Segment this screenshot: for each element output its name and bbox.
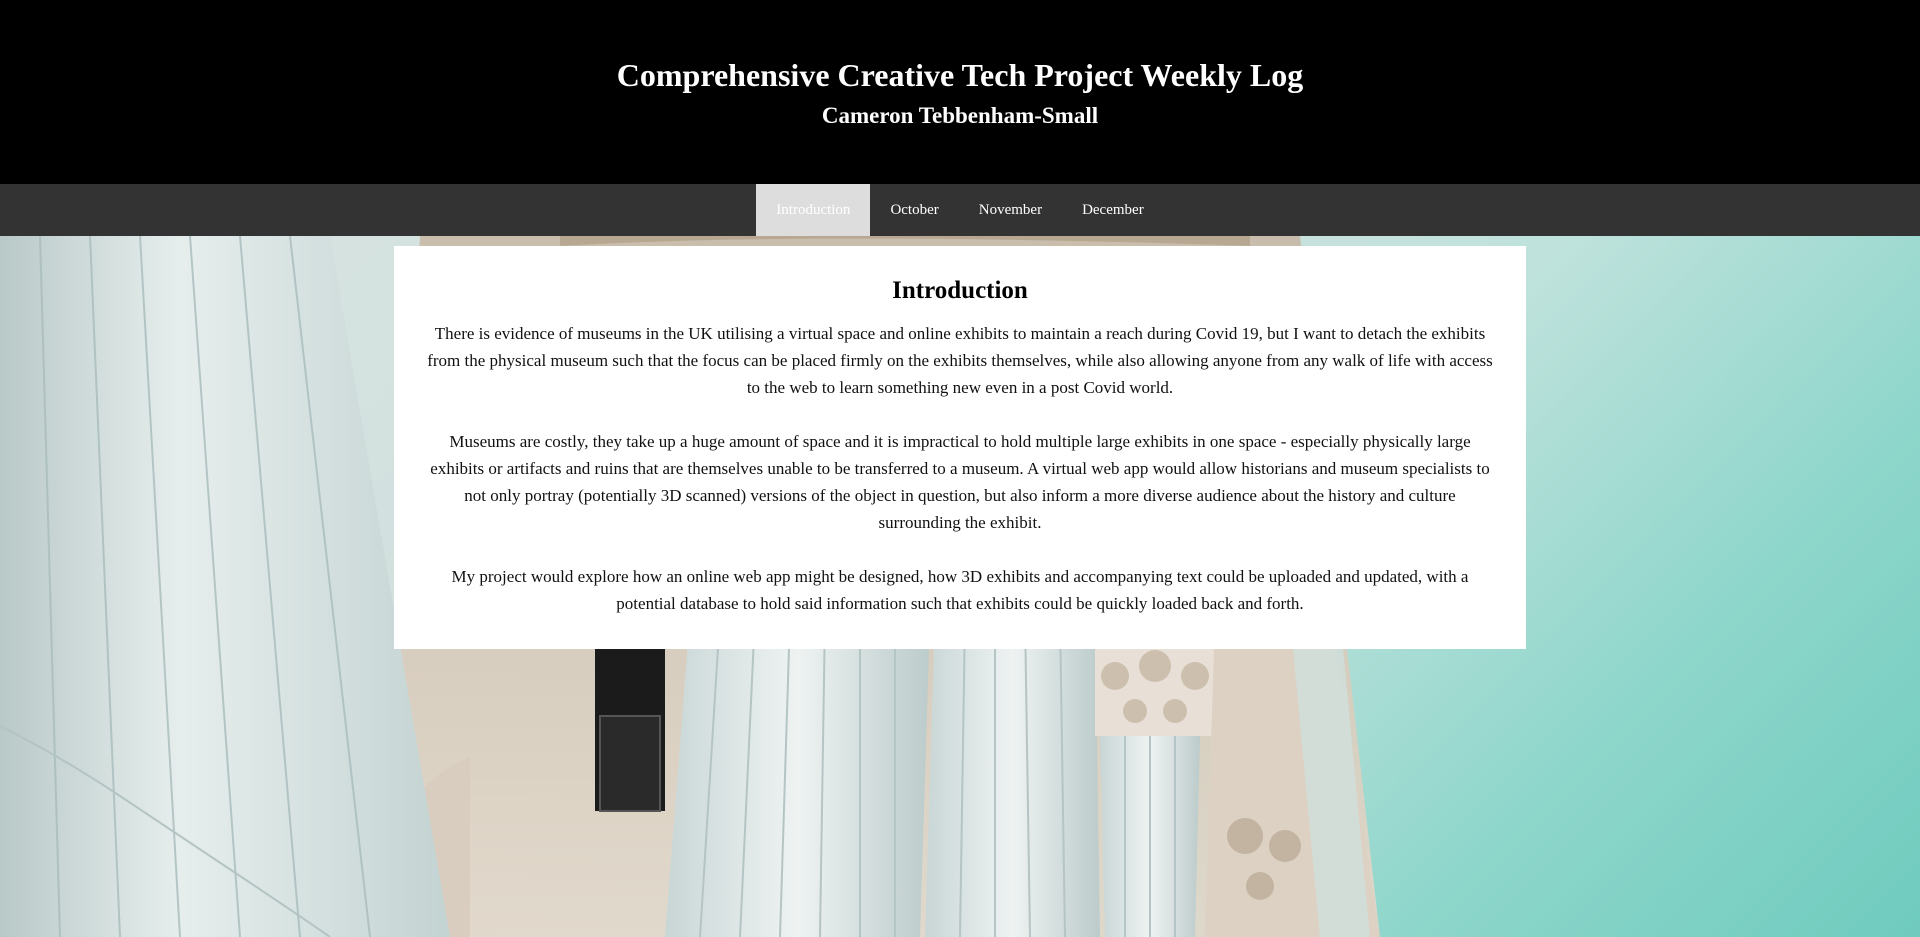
- page-title: Comprehensive Creative Tech Project Week…: [616, 57, 1304, 93]
- site-header: Comprehensive Creative Tech Project Week…: [0, 0, 1920, 184]
- intro-paragraph-1: There is evidence of museums in the UK u…: [427, 324, 1493, 397]
- intro-paragraph-3: My project would explore how an online w…: [451, 567, 1469, 613]
- main-nav: Introduction October November December: [0, 184, 1920, 236]
- author-name: Cameron Tebbenham-Small: [821, 103, 1099, 128]
- nav-item-december[interactable]: December: [1062, 184, 1164, 236]
- nav-item-introduction[interactable]: Introduction: [756, 184, 871, 236]
- content-card: Introduction There is evidence of museum…: [394, 246, 1526, 649]
- section-heading: Introduction: [892, 277, 1028, 304]
- intro-paragraph-2: Museums are costly, they take up a huge …: [430, 432, 1490, 532]
- nav-item-november[interactable]: November: [959, 184, 1062, 236]
- nav-item-october[interactable]: October: [870, 184, 958, 236]
